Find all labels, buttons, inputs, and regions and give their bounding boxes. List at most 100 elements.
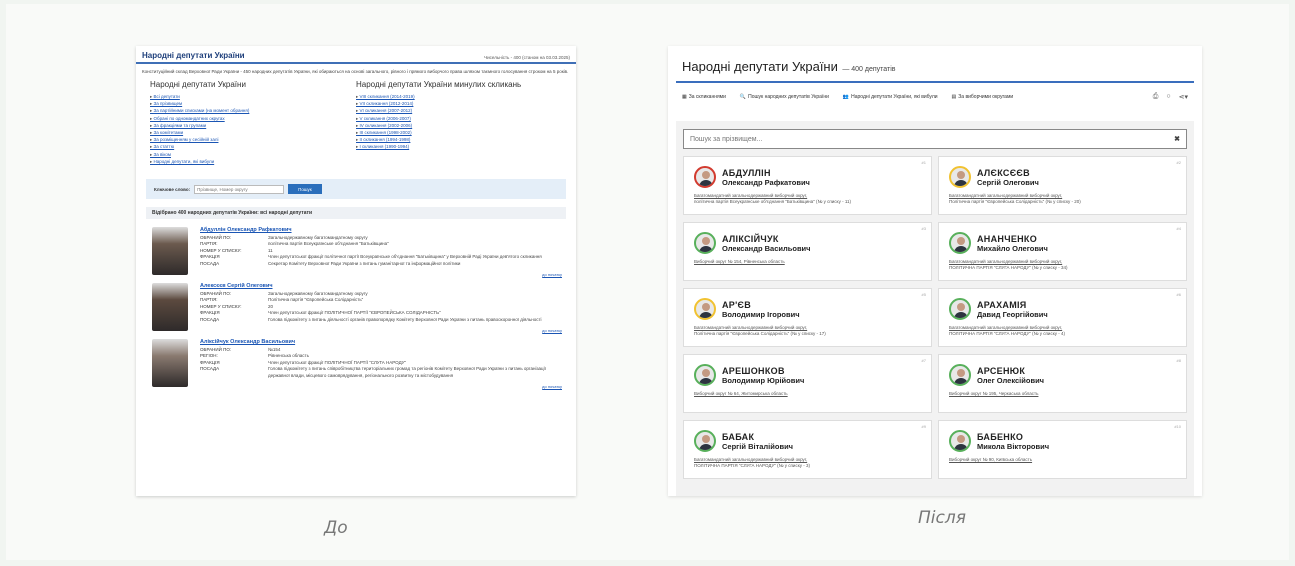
- current-convocation-links: Народні депутати України Всі депутатиЗа …: [150, 80, 356, 165]
- card-surname: АНАНЧЕНКО: [977, 233, 1038, 244]
- card-names: АРСЕНЮК Олег Олексійович: [977, 366, 1044, 385]
- district-link[interactable]: Багатомандатний загальнодержавний виборч…: [694, 325, 807, 330]
- deputy-entry: Абдуллін Олександр Рафкатович ОБРАНИЙ ПО:…: [136, 219, 576, 277]
- nav-link[interactable]: За партійними списками (на момент обранн…: [150, 107, 356, 114]
- party-text: ПОЛІТИЧНА ПАРТІЯ "СЛУГА НАРОДУ" (№ у спи…: [694, 463, 810, 468]
- card-number: #5: [921, 292, 926, 297]
- nav-link[interactable]: За розміщенням у сесійній залі: [150, 136, 356, 143]
- share-icon[interactable]: ⋖▾: [1179, 93, 1188, 101]
- convocation-link[interactable]: VII скликання (2012-2014): [356, 100, 562, 107]
- avatar: [949, 430, 971, 452]
- card-header: АРАХАМІЯ Давид Георгійович: [949, 298, 1176, 320]
- card-names: БАБАК Сергій Віталійович: [722, 432, 793, 451]
- convocation-link[interactable]: I скликання (1990-1994): [356, 143, 562, 150]
- users-icon: 👥: [842, 94, 850, 100]
- card-header: АЛІКСІЙЧУК Олександр Васильович: [694, 232, 921, 254]
- nav-link[interactable]: Обрані по одномандатних округах: [150, 115, 356, 122]
- card-number: #7: [921, 358, 926, 363]
- circle-icon[interactable]: ○: [1166, 93, 1170, 101]
- avatar: [694, 166, 716, 188]
- card-given-name: Олександр Васильович: [722, 243, 811, 253]
- district-link[interactable]: Багатомандатний загальнодержавний виборч…: [949, 193, 1062, 198]
- deputy-name-link[interactable]: Аліксійчук Олександр Васильович: [200, 339, 560, 345]
- nav-link[interactable]: Народні депутати, які вибули: [150, 158, 356, 165]
- to-top-link[interactable]: до початку: [542, 384, 562, 389]
- convocation-link[interactable]: III скликання (1998-2002): [356, 129, 562, 136]
- card-names: АРАХАМІЯ Давид Георгійович: [977, 300, 1048, 319]
- district-link[interactable]: Виборчий округ № 90, Київська область: [949, 457, 1032, 462]
- surname-search-input[interactable]: Пошук за прізвищем... ✖: [683, 129, 1187, 149]
- nav-tools: ⎙ ○ ⋖▾: [1153, 93, 1188, 101]
- comparison-frame: Народні депутати України Чисельність - 4…: [6, 4, 1289, 560]
- deputy-card[interactable]: #8 АРСЕНЮК Олег Олексійович Виборчий округ …: [938, 354, 1187, 413]
- search-button[interactable]: Пошук: [288, 184, 322, 195]
- deputy-card[interactable]: #10 БАБЕНКО Микола Вікторович Виборчий окру…: [938, 420, 1187, 479]
- convocation-link[interactable]: II скликання (1994-1998): [356, 136, 562, 143]
- card-surname: БАБЕНКО: [977, 431, 1024, 442]
- card-number: #4: [1176, 226, 1181, 231]
- after-nav: ▦ За скликаннями 🔍 Пошук народних депутатів…: [668, 83, 1202, 101]
- convocation-link[interactable]: VIII скликання (2014-2019): [356, 93, 562, 100]
- district-link[interactable]: Виборчий округ № 195, Черкаська область: [949, 391, 1038, 396]
- card-description: Виборчий округ № 64, Житомирська область: [694, 391, 921, 397]
- nav-link[interactable]: За статтю: [150, 143, 356, 150]
- deputy-name-link[interactable]: Алексєєв Сергій Олегович: [200, 283, 560, 289]
- deputy-entry: Аліксійчук Олександр Васильович ОБРАНИЙ П…: [136, 331, 576, 389]
- card-names: АЛЄКСЄЄВ Сергій Олегович: [977, 168, 1039, 187]
- deputy-card[interactable]: #7 АРЕШОНКОВ Володимир Юрійович Виборчий ок…: [683, 354, 932, 413]
- district-link[interactable]: Багатомандатний загальнодержавний виборч…: [694, 457, 807, 462]
- card-given-name: Сергій Олегович: [977, 177, 1039, 187]
- card-names: АРЕШОНКОВ Володимир Юрійович: [722, 366, 804, 385]
- deputy-card[interactable]: #9 БАБАК Сергій Віталійович Багатомандатний…: [683, 420, 932, 479]
- deputy-card[interactable]: #2 АЛЄКСЄЄВ Сергій Олегович Багатомандатний…: [938, 156, 1187, 215]
- caption-after: Після: [918, 508, 966, 528]
- district-link[interactable]: Виборчий округ № 154, Рівненська область: [694, 259, 785, 264]
- convocation-link[interactable]: VI скликання (2007-2012): [356, 107, 562, 114]
- before-link-columns: Народні депутати України Всі депутатиЗа …: [136, 80, 576, 165]
- before-search-bar: Ключове слово: Пошук: [146, 179, 566, 200]
- deputy-card[interactable]: #6 АРАХАМІЯ Давид Георгійович Багатомандатн…: [938, 288, 1187, 347]
- nav-item[interactable]: ▤ За виборчими округами: [952, 94, 1014, 100]
- deputy-field: ПОСАДА Секретар Комітету Верховної Ради У…: [200, 261, 560, 267]
- nav-link[interactable]: За фракціями та групами: [150, 122, 356, 129]
- card-header: АНАНЧЕНКО Михайло Олегович: [949, 232, 1176, 254]
- nav-item[interactable]: 👥 Народні депутати України, які вибули: [843, 94, 938, 100]
- deputy-photo: [152, 283, 188, 332]
- nav-link[interactable]: Всі депутати: [150, 93, 356, 100]
- district-link[interactable]: Багатомандатний загальнодержавний виборч…: [949, 259, 1062, 264]
- card-surname: АРЕШОНКОВ: [722, 365, 785, 376]
- nav-item-label: За виборчими округами: [958, 94, 1014, 100]
- deputy-name-link[interactable]: Абдуллін Олександр Рафкатович: [200, 227, 560, 233]
- nav-item[interactable]: ▦ За скликаннями: [682, 94, 726, 100]
- field-value: Секретар Комітету Верховної Ради України…: [268, 260, 461, 266]
- district-link[interactable]: Багатомандатний загальнодержавний виборч…: [949, 325, 1062, 330]
- district-link[interactable]: Багатомандатний загальнодержавний виборч…: [694, 193, 807, 198]
- deputy-card[interactable]: #3 АЛІКСІЙЧУК Олександр Васильович Виборчий…: [683, 222, 932, 281]
- deputy-card[interactable]: #4 АНАНЧЕНКО Михайло Олегович Багатомандатн…: [938, 222, 1187, 281]
- before-count: Чисельність - 400 (станом на 03.03.2025): [484, 55, 570, 60]
- keyword-input[interactable]: [194, 184, 285, 194]
- convocation-link[interactable]: IV скликання (2002-2006): [356, 122, 562, 129]
- nav-link[interactable]: За віком: [150, 151, 356, 158]
- deputy-card[interactable]: #5 АР'ЄВ Володимир Ігорович Багатомандатний…: [683, 288, 932, 347]
- print-icon[interactable]: ⎙: [1153, 93, 1159, 101]
- card-description: Багатомандатний загальнодержавний виборч…: [949, 325, 1176, 337]
- convocation-link[interactable]: V скликання (2006-2007): [356, 115, 562, 122]
- nav-link[interactable]: За прізвищем: [150, 100, 356, 107]
- deputy-card[interactable]: #1 АБДУЛЛІН Олександр Рафкатович Багатоманд…: [683, 156, 932, 215]
- past-convocation-links: Народні депутати України минулих скликан…: [356, 80, 562, 165]
- col1-title: Народні депутати України: [150, 80, 246, 89]
- clear-icon[interactable]: ✖: [1174, 135, 1180, 143]
- nav-item-label: За скликаннями: [688, 94, 726, 100]
- district-link[interactable]: Виборчий округ № 64, Житомирська область: [694, 391, 788, 396]
- nav-link[interactable]: За комітетами: [150, 129, 356, 136]
- deputy-info: Алексєєв Сергій Олегович ОБРАНИЙ ПО: Загал…: [200, 283, 560, 331]
- field-key: ПОСАДА: [200, 316, 220, 322]
- card-header: АР'ЄВ Володимир Ігорович: [694, 298, 921, 320]
- card-given-name: Микола Вікторович: [977, 441, 1050, 451]
- nav-item[interactable]: 🔍 Пошук народних депутатів України: [740, 94, 829, 100]
- avatar: [949, 364, 971, 386]
- card-description: Багатомандатний загальнодержавний виборч…: [949, 193, 1176, 205]
- card-given-name: Михайло Олегович: [977, 243, 1048, 253]
- avatar: [694, 430, 716, 452]
